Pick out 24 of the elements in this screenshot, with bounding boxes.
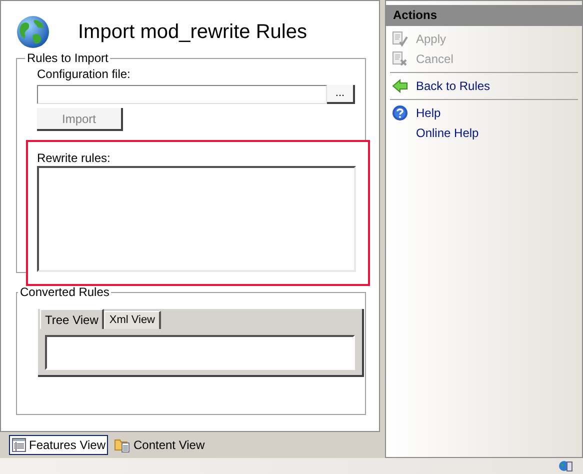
document-x-icon — [392, 51, 408, 67]
view-tab[interactable]: Xml View — [104, 311, 162, 329]
configuration-file-field[interactable] — [37, 85, 327, 104]
browse-button[interactable]: ... — [327, 85, 355, 104]
action-link[interactable]: Help — [390, 103, 578, 123]
action-link[interactable]: Back to Rules — [390, 76, 578, 96]
rewrite-rules-field[interactable] — [37, 166, 356, 272]
view-switch-tab[interactable]: Content View — [111, 435, 208, 455]
action-link[interactable]: Online Help — [390, 123, 578, 143]
document-check-icon — [392, 31, 408, 47]
view-switch-tab[interactable]: Features View — [9, 435, 108, 455]
network-status-icon — [559, 460, 573, 472]
field-label: Configuration file: — [37, 67, 132, 81]
group-label: Rules to Import — [26, 51, 110, 65]
field-label: Rewrite rules: — [37, 151, 112, 165]
actions-header: Actions — [386, 5, 582, 26]
help-icon — [392, 105, 408, 121]
folder-document-icon — [114, 437, 130, 453]
view-tab[interactable]: Tree View — [40, 309, 104, 329]
grid-list-icon — [12, 438, 26, 452]
page-title: Import mod_rewrite Rules — [78, 22, 307, 42]
globe-icon — [16, 15, 50, 49]
left-arrow-icon — [392, 79, 408, 93]
group-label: Converted Rules — [19, 285, 110, 299]
